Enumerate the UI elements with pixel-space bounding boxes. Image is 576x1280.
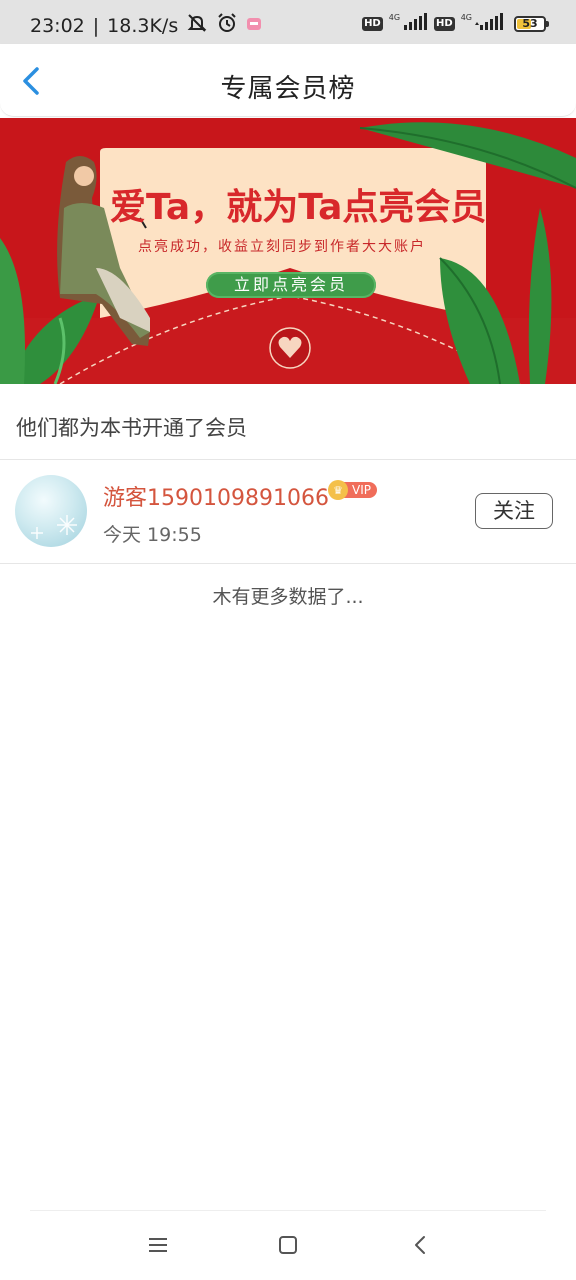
mute-icon (186, 12, 208, 39)
crown-icon: ♛ (328, 480, 348, 500)
status-left: 23:02 | 18.3K/s (30, 12, 262, 39)
alarm-icon (216, 12, 238, 39)
network-type-2: 4G (460, 12, 472, 22)
status-speed: 18.3K/s (107, 14, 179, 37)
light-up-member-button[interactable]: 立即点亮会员 (206, 272, 376, 298)
promo-banner[interactable]: 爱Ta，就为Ta点亮会员 点亮成功，收益立刻同步到作者大大账户 立即点亮会员 (0, 118, 576, 384)
square-icon (279, 1236, 297, 1254)
banner-subtitle: 点亮成功，收益立刻同步到作者大大账户 (138, 239, 426, 255)
signal-icon-2 (474, 13, 504, 35)
avatar[interactable] (15, 475, 87, 547)
page-title: 专属会员榜 (220, 74, 356, 104)
home-button[interactable] (273, 1232, 303, 1258)
battery-level: 53 (522, 17, 538, 30)
no-more-data-text: 木有更多数据了... (212, 586, 364, 608)
system-back-button[interactable] (405, 1232, 435, 1258)
hd-badge-2: HD (434, 17, 455, 31)
member-row[interactable]: 游客1590109891066 ♛ VIP 今天 19:55 关注 (0, 460, 576, 563)
member-name: 游客1590109891066 (103, 486, 329, 511)
member-time: 今天 19:55 (103, 524, 202, 546)
nav-divider (30, 1210, 546, 1211)
status-time: 23:02 (30, 14, 85, 37)
status-right: HD 4G HD 4G 53 (362, 12, 549, 35)
section-title: 他们都为本书开通了会员 (16, 416, 247, 440)
network-type: 4G (388, 12, 401, 22)
app-header: 专属会员榜 (0, 44, 576, 117)
menu-button[interactable] (143, 1232, 173, 1258)
back-arrow-icon (415, 1236, 425, 1254)
banner-headline: 爱Ta，就为Ta点亮会员 (110, 187, 487, 228)
hd-badge: HD (362, 17, 383, 31)
status-bar: 23:02 | 18.3K/s HD 4G HD 4G 53 (0, 0, 576, 44)
follow-button[interactable]: 关注 (475, 493, 553, 529)
menu-icon (149, 1238, 167, 1252)
app-notification-icon (246, 15, 262, 37)
battery-icon: 53 (514, 16, 549, 32)
vip-badge: ♛ VIP (328, 480, 377, 500)
snowflake-icon (31, 515, 77, 539)
row-divider (0, 563, 576, 564)
status-separator: | (92, 14, 100, 37)
signal-icon (402, 13, 428, 35)
